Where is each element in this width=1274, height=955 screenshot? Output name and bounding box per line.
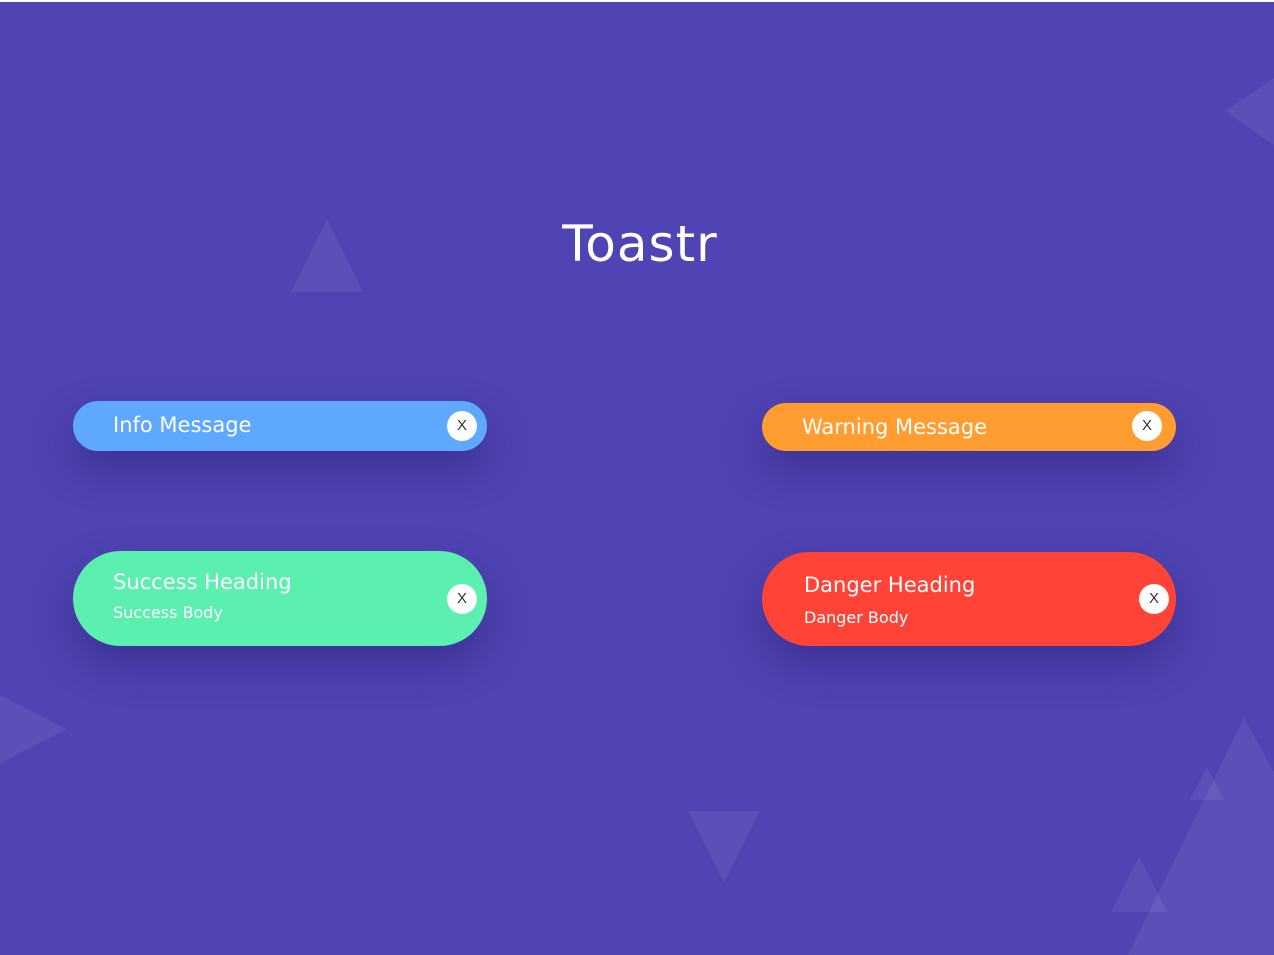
background-triangle	[1225, 78, 1274, 145]
warning-toast-message: Warning Message	[802, 415, 988, 439]
background-triangles	[0, 78, 1274, 955]
info-toast-close-button[interactable]: X	[447, 411, 477, 441]
success-toast-close-button[interactable]: X	[447, 584, 477, 614]
info-toast: Info Message X	[73, 401, 487, 451]
background-triangle	[1128, 718, 1274, 955]
success-toast: Success Heading Success Body X	[73, 551, 487, 646]
warning-toast-close-button[interactable]: X	[1132, 411, 1162, 441]
warning-toast: Warning Message X	[762, 403, 1176, 451]
page-title: Toastr	[562, 215, 718, 273]
danger-toast: Danger Heading Danger Body X	[762, 552, 1176, 646]
background-triangle	[688, 811, 760, 883]
success-toast-body: Success Body	[113, 603, 223, 622]
danger-toast-close-button[interactable]: X	[1139, 584, 1169, 614]
success-toast-heading: Success Heading	[113, 570, 292, 594]
danger-toast-body: Danger Body	[804, 608, 909, 627]
info-toast-message: Info Message	[113, 413, 252, 437]
background-triangle	[0, 695, 67, 763]
danger-toast-heading: Danger Heading	[804, 573, 976, 597]
